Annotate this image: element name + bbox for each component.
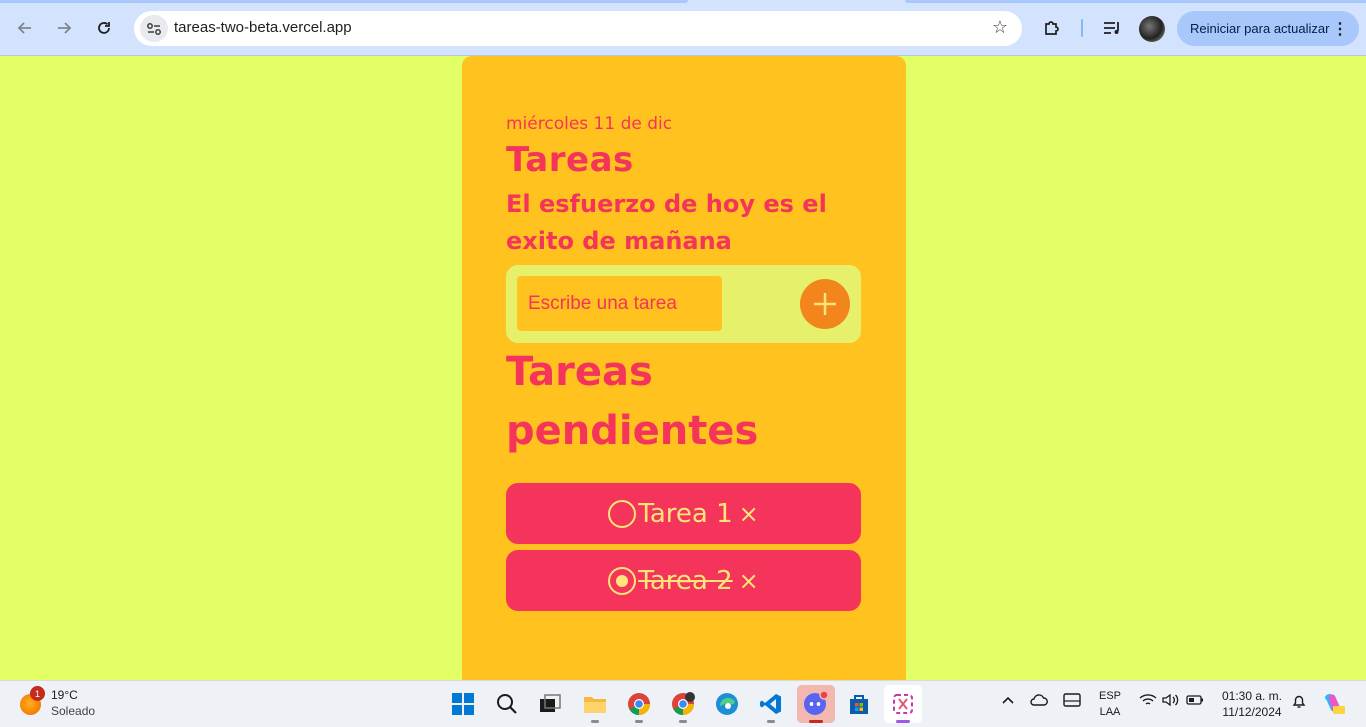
url-text[interactable]: tareas-two-beta.vercel.app — [174, 19, 352, 36]
site-info-icon[interactable] — [140, 15, 168, 42]
snipping-tool-icon[interactable] — [884, 685, 922, 723]
task-checkbox-icon[interactable] — [608, 499, 637, 528]
restart-label: Reiniciar para actualizar — [1190, 21, 1330, 36]
task-input[interactable] — [517, 276, 722, 331]
current-date: miércoles 11 de dic — [506, 114, 673, 134]
task-label: Tarea 1 — [638, 498, 733, 529]
media-control-icon[interactable] — [1098, 14, 1126, 42]
profile-avatar[interactable] — [1139, 16, 1165, 42]
page-title: Tareas — [506, 140, 634, 180]
delete-task-icon[interactable]: × — [739, 567, 759, 595]
discord-icon[interactable] — [797, 685, 835, 723]
keyboard-layout: LAA — [1099, 706, 1121, 718]
motto-text: El esfuerzo de hoy es el exito de mañana — [506, 190, 827, 255]
clock-date: 11/12/2024 — [1222, 705, 1282, 719]
delete-task-icon[interactable]: × — [739, 500, 759, 528]
vscode-icon[interactable] — [752, 685, 790, 723]
windows-taskbar: 1 19°C Soleado ESP LAA 01:30 a. m. 11/12… — [0, 680, 1366, 727]
pending-title: Tareas pendientes — [506, 349, 759, 454]
task-item: Tarea 2 × — [506, 550, 861, 611]
plus-icon — [814, 293, 836, 315]
restart-update-button[interactable]: Reiniciar para actualizar ⋮ — [1177, 11, 1359, 46]
menu-kebab-icon[interactable]: ⋮ — [1332, 19, 1348, 39]
forward-icon[interactable] — [50, 14, 78, 42]
volume-icon[interactable] — [1162, 693, 1180, 711]
tasks-card: miércoles 11 de dic Tareas El esfuerzo d… — [462, 56, 906, 680]
task-view-icon[interactable] — [531, 685, 569, 723]
extensions-icon[interactable] — [1038, 14, 1066, 42]
clock-time: 01:30 a. m. — [1221, 689, 1283, 703]
tab-edge-right — [905, 0, 1366, 3]
tab-strip — [0, 0, 1366, 4]
battery-icon[interactable] — [1186, 693, 1204, 711]
input-language[interactable]: ESP LAA — [1097, 688, 1123, 720]
toolbar-divider — [1081, 19, 1083, 37]
task-label: Tarea 2 — [638, 565, 733, 596]
address-bar[interactable]: tareas-two-beta.vercel.app ☆ — [134, 11, 1022, 46]
start-icon[interactable] — [444, 685, 482, 723]
bookmark-star-icon[interactable]: ☆ — [992, 17, 1008, 38]
copilot-icon[interactable] — [1321, 691, 1345, 719]
weather-condition[interactable]: Soleado — [51, 704, 95, 718]
wifi-icon[interactable] — [1139, 693, 1157, 711]
search-icon[interactable] — [488, 685, 526, 723]
task-form — [506, 265, 861, 343]
add-task-button[interactable] — [800, 279, 850, 329]
cloud-sync-icon[interactable] — [1030, 693, 1048, 711]
file-explorer-icon[interactable] — [576, 685, 614, 723]
edge-icon[interactable] — [708, 685, 746, 723]
tab-edge-left — [0, 0, 688, 3]
weather-badge: 1 — [30, 686, 45, 701]
notification-icon[interactable] — [1291, 693, 1307, 713]
task-item: Tarea 1 × — [506, 483, 861, 544]
weather-temp[interactable]: 19°C — [51, 688, 78, 702]
browser-toolbar: tareas-two-beta.vercel.app ☆ Reiniciar p… — [0, 0, 1366, 56]
back-icon[interactable] — [11, 14, 39, 42]
language-code: ESP — [1098, 690, 1121, 702]
store-icon[interactable] — [840, 685, 878, 723]
task-checkbox-checked-icon[interactable] — [608, 566, 637, 595]
display-icon[interactable] — [1063, 693, 1081, 711]
reload-icon[interactable] — [90, 14, 118, 42]
system-clock[interactable]: 01:30 a. m. 11/12/2024 — [1212, 688, 1292, 720]
chrome-icon[interactable] — [620, 685, 658, 723]
show-hidden-icons-icon[interactable] — [1001, 693, 1015, 711]
chrome-profile-icon[interactable] — [664, 685, 702, 723]
